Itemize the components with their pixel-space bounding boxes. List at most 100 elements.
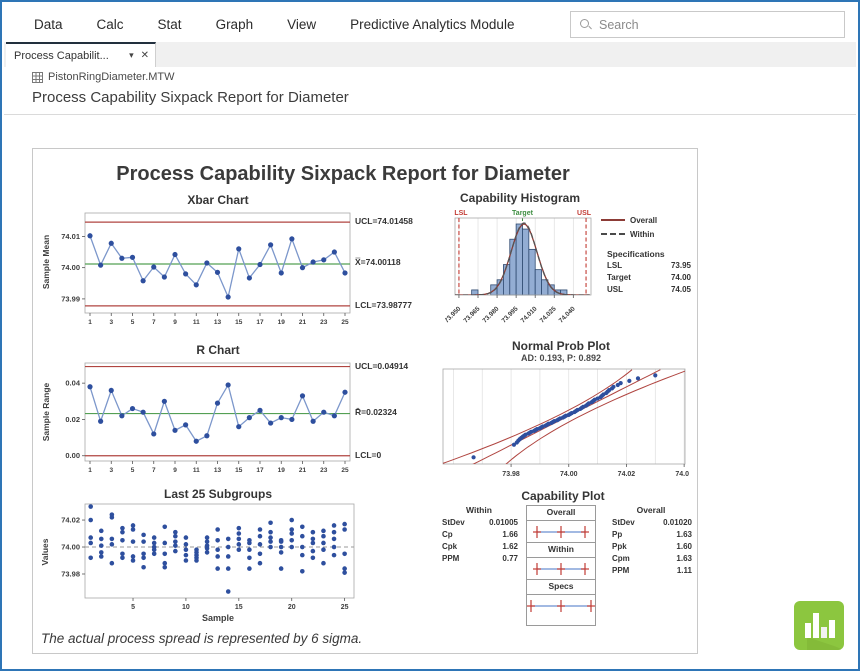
worksheet-row[interactable]: PistonRingDiameter.MTW [32,71,175,83]
svg-text:3: 3 [109,467,113,474]
histogram-legend: Overall Within [601,213,695,241]
svg-text:23: 23 [320,467,328,474]
capability-interval-box: Overall Within Specs [526,505,596,626]
app-window: Data Calc Stat Graph View Predictive Analytic… [0,0,860,671]
svg-text:21: 21 [299,319,307,326]
overall-stat-row: Ppk1.60 [606,542,696,554]
svg-text:11: 11 [193,319,200,326]
menu-item-view[interactable]: View [287,17,316,32]
within-interval [527,559,595,579]
svg-text:13: 13 [214,319,222,326]
overall-stat-row: Cpm1.63 [606,554,696,566]
r-lcl-label: LCL=0 [355,450,381,460]
svg-text:11: 11 [193,467,200,474]
worksheet-name: PistonRingDiameter.MTW [48,71,175,83]
histogram-title: Capability Histogram [435,191,605,205]
specification-row: USL74.05 [601,285,695,297]
within-stats-block: Within StDev0.01005Cp1.66Cpk1.62PPM0.77 [436,505,522,566]
legend-item-overall: Overall [601,213,695,227]
xbar-lcl-label: LCL=73.98777 [355,300,412,310]
search-icon [580,19,592,31]
report-title: Process Capability Sixpack Report for Di… [33,163,653,186]
within-stat-row: PPM0.77 [436,554,522,566]
capability-plot-title: Capability Plot [453,489,673,503]
svg-text:15: 15 [235,319,243,326]
svg-text:25: 25 [341,319,349,326]
svg-text:73.995: 73.995 [501,305,520,324]
overall-interval [527,522,595,542]
interval-header-specs: Specs [527,579,595,595]
within-stat-row: Cp1.66 [436,530,522,542]
svg-text:7: 7 [152,467,156,474]
search-placeholder: Search [599,18,639,32]
menu-item-predictive-analytics-module[interactable]: Predictive Analytics Module [350,17,514,32]
xbar-ucl-label: UCL=74.01458 [355,216,413,226]
svg-text:5: 5 [131,467,135,474]
svg-text:LSL: LSL [454,210,468,217]
search-box[interactable]: Search [570,11,845,38]
tab-strip: Process Capabilit... ▾ ✕ [4,42,856,67]
xbar-chart-title: Xbar Chart [51,193,385,207]
xbar-center-label: X̿=74.00118 [355,257,401,267]
svg-text:73.98: 73.98 [502,471,520,478]
separator [4,114,856,115]
report-canvas: Process Capability Sixpack Report for Di… [32,148,698,654]
overall-stat-row: PPM1.11 [606,566,696,578]
interval-header-overall: Overall [527,506,595,521]
svg-text:73.99: 73.99 [61,294,80,303]
svg-text:5: 5 [131,604,135,611]
specification-row: Target74.00 [601,273,695,285]
last25-chart: 74.0274.0073.98510152025 [51,500,385,614]
svg-text:5: 5 [131,319,135,326]
legend-item-within: Within [601,227,695,241]
xbar-chart: 74.0174.0073.99135791113151719212325 [51,209,385,329]
tab-label: Process Capabilit... [14,50,127,62]
svg-text:19: 19 [278,467,286,474]
page-title: Process Capability Sixpack Report for Di… [32,89,349,106]
svg-text:21: 21 [299,467,307,474]
svg-text:1: 1 [88,319,92,326]
overall-stats-header: Overall [606,505,696,518]
overall-stat-row: StDev0.01020 [606,518,696,530]
menu-item-calc[interactable]: Calc [97,17,124,32]
menu-item-data[interactable]: Data [34,17,63,32]
svg-text:73.965: 73.965 [462,305,481,324]
xbar-ylabel: Sample Mean [41,202,51,322]
svg-text:74.02: 74.02 [61,516,80,525]
overall-stats-block: Overall StDev0.01020Pp1.63Ppk1.60Cpm1.63… [606,505,696,578]
menu-item-graph[interactable]: Graph [216,17,254,32]
svg-text:25: 25 [341,467,349,474]
specifications-block: Specifications LSL73.95Target74.00USL74.… [601,249,695,297]
r-chart-ylabel: Sample Range [41,352,51,472]
normal-prob-plot: 73.9874.0074.0274.04 [433,365,689,487]
svg-text:20: 20 [288,604,296,611]
svg-text:74.00: 74.00 [61,263,80,272]
last25-xlabel: Sample [51,613,385,623]
menu-item-stat[interactable]: Stat [158,17,182,32]
svg-text:17: 17 [256,319,264,326]
svg-text:74.00: 74.00 [61,543,80,552]
svg-text:15: 15 [235,467,243,474]
svg-text:7: 7 [152,319,156,326]
chevron-down-icon[interactable]: ▾ [129,50,134,61]
overall-stat-row: Pp1.63 [606,530,696,542]
specification-row: LSL73.95 [601,261,695,273]
svg-text:73.980: 73.980 [481,305,500,324]
legend-label-overall: Overall [630,216,657,225]
svg-text:74.02: 74.02 [618,471,636,478]
svg-text:USL: USL [577,210,592,217]
worksheet-grid-icon [32,72,43,83]
svg-text:74.01: 74.01 [61,232,80,241]
report-footnote: The actual process spread is represented… [41,631,362,646]
svg-text:74.010: 74.010 [520,305,539,324]
svg-text:74.025: 74.025 [539,305,558,324]
interval-header-within: Within [527,542,595,558]
svg-text:9: 9 [173,319,177,326]
svg-text:74.040: 74.040 [558,305,577,324]
within-stats-header: Within [436,505,522,518]
close-icon[interactable]: ✕ [141,50,149,61]
svg-text:9: 9 [173,467,177,474]
within-stat-row: Cpk1.62 [436,542,522,554]
svg-text:3: 3 [109,319,113,326]
tab-process-capability[interactable]: Process Capabilit... ▾ ✕ [6,42,156,67]
